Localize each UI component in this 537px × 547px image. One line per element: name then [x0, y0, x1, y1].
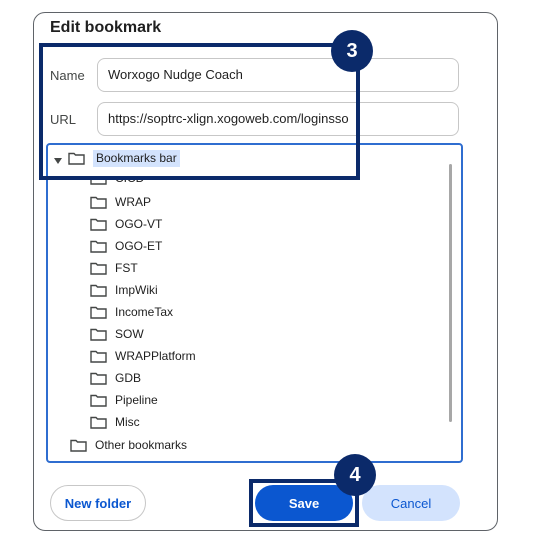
- folder-icon: [90, 372, 107, 385]
- cancel-button[interactable]: Cancel: [362, 485, 460, 521]
- tree-item-label: SOW: [115, 327, 144, 341]
- tree-item-folder[interactable]: WRAPPlatform: [90, 346, 196, 366]
- folder-icon: [90, 240, 107, 253]
- tree-item-label: WRAP: [115, 195, 151, 209]
- tree-item-folder[interactable]: OGO-ET: [90, 236, 162, 256]
- folder-icon: [90, 262, 107, 275]
- folder-icon: [90, 196, 107, 209]
- folder-icon: [90, 284, 107, 297]
- tree-item-folder[interactable]: IncomeTax: [90, 302, 173, 322]
- callout-highlight-step-3: [39, 43, 360, 180]
- folder-icon: [90, 350, 107, 363]
- folder-icon: [90, 416, 107, 429]
- folder-icon: [90, 328, 107, 341]
- tree-item-folder[interactable]: ImpWiki: [90, 280, 158, 300]
- step-4-badge: 4: [334, 454, 376, 496]
- folder-icon: [90, 218, 107, 231]
- folder-icon: [90, 394, 107, 407]
- tree-item-other-bookmarks[interactable]: Other bookmarks: [70, 435, 187, 455]
- tree-scrollbar[interactable]: [449, 164, 452, 422]
- tree-item-folder[interactable]: OGO-VT: [90, 214, 162, 234]
- tree-item-folder[interactable]: WRAP: [90, 192, 151, 212]
- tree-item-folder[interactable]: Misc: [90, 412, 140, 432]
- tree-item-label: Misc: [115, 415, 140, 429]
- tree-item-label: OGO-VT: [115, 217, 163, 231]
- tree-item-label: WRAPPlatform: [115, 349, 196, 363]
- new-folder-button[interactable]: New folder: [50, 485, 146, 521]
- tree-item-label: GDB: [115, 371, 142, 385]
- tree-item-label: ImpWiki: [115, 283, 158, 297]
- tree-item-folder[interactable]: GDB: [90, 368, 141, 388]
- tree-item-folder[interactable]: Pipeline: [90, 390, 158, 410]
- tree-item-label: Pipeline: [115, 393, 158, 407]
- step-3-badge: 3: [331, 30, 373, 72]
- tree-item-label: FST: [115, 261, 138, 275]
- tree-item-folder[interactable]: SOW: [90, 324, 144, 344]
- tree-item-label: IncomeTax: [115, 305, 174, 319]
- folder-icon: [90, 306, 107, 319]
- tree-item-folder[interactable]: FST: [90, 258, 138, 278]
- tree-item-label: OGO-ET: [115, 239, 163, 253]
- tree-item-label: Other bookmarks: [95, 438, 188, 452]
- dialog-title: Edit bookmark: [50, 19, 162, 36]
- folder-icon: [70, 439, 87, 452]
